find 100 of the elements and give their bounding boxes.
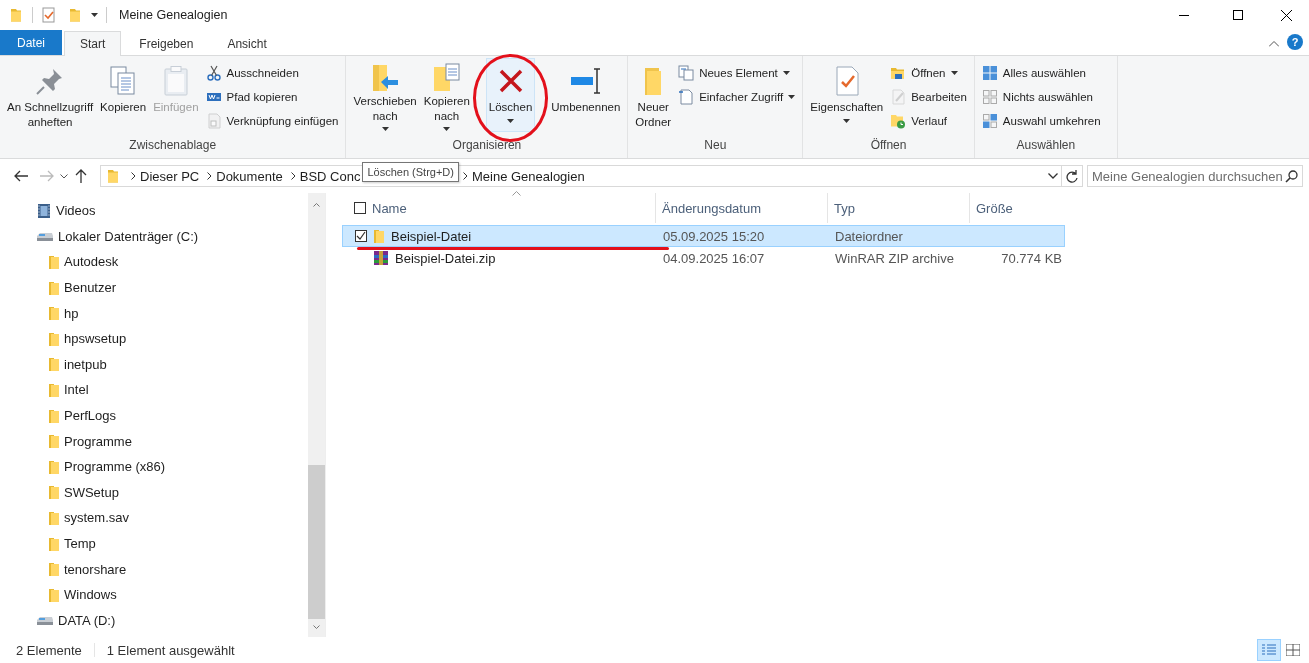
- caret-icon: [950, 70, 958, 75]
- close-icon[interactable]: [1280, 9, 1292, 21]
- tree-item[interactable]: hp: [0, 300, 308, 326]
- ribbon-button[interactable]: Kopieren nach: [420, 58, 473, 132]
- folder-icon: [48, 305, 60, 322]
- tree-item[interactable]: Temp: [0, 530, 308, 557]
- tree-item[interactable]: Lokaler Datenträger (C:): [0, 223, 308, 250]
- ribbon-button[interactable]: Löschen: [485, 58, 536, 132]
- column-header[interactable]: Änderungsdatum: [662, 200, 761, 216]
- tree-item[interactable]: Intel: [0, 377, 308, 403]
- ribbon-button[interactable]: Auswahl umkehren: [978, 109, 1104, 132]
- column-header[interactable]: Größe: [976, 200, 1013, 216]
- ribbon-tab[interactable]: Start: [64, 31, 122, 56]
- ribbon-button[interactable]: Verlauf: [887, 109, 970, 132]
- ribbon-button[interactable]: Einfacher Zugriff: [675, 85, 799, 108]
- ribbon-tab[interactable]: Freigeben: [123, 31, 210, 55]
- column-header[interactable]: Typ: [834, 200, 855, 216]
- tree-item[interactable]: Videos: [0, 198, 308, 224]
- maximize-icon[interactable]: [1233, 10, 1243, 20]
- tree-item[interactable]: Benutzer: [0, 274, 308, 301]
- ribbon-button[interactable]: Nichts auswählen: [978, 85, 1104, 108]
- folder-icon: [48, 279, 60, 296]
- document-icon: [678, 88, 695, 105]
- folder-icon: [48, 484, 60, 501]
- group-label: Zwischenablage: [128, 138, 218, 154]
- group-label: Neu: [703, 138, 728, 154]
- drive-icon: [36, 230, 54, 243]
- ribbon-tab[interactable]: Ansicht: [211, 31, 283, 55]
- video-icon: [36, 202, 52, 219]
- tree-item[interactable]: Windows: [0, 581, 308, 608]
- archive-icon: [373, 250, 389, 266]
- breadcrumb-item[interactable]: Dokumente: [212, 168, 287, 184]
- file-name: Beispiel-Datei: [391, 228, 472, 244]
- caret-icon[interactable]: [91, 13, 98, 17]
- table-cell: 05.09.2025 15:20: [663, 228, 765, 244]
- ribbon-button[interactable]: Verschieben nach: [350, 58, 420, 132]
- ribbon-button[interactable]: Ausschneiden: [202, 61, 342, 84]
- ribbon-button[interactable]: Umbenennen: [548, 58, 624, 132]
- file-menu-tab[interactable]: Datei: [0, 30, 62, 55]
- recent-locations-icon[interactable]: [60, 173, 68, 179]
- tree-item[interactable]: SWSetup: [0, 479, 308, 506]
- chevron-icon: [462, 172, 468, 180]
- breadcrumb-item[interactable]: Meine Genealogien: [467, 168, 589, 184]
- tree-item[interactable]: tenorshare: [0, 556, 308, 582]
- folder-icon: [48, 381, 60, 398]
- breadcrumb-item[interactable]: BSD Conc: [295, 168, 365, 184]
- ribbon-button[interactable]: Öffnen: [887, 61, 970, 84]
- tree-item[interactable]: inetpub: [0, 351, 308, 378]
- help-button[interactable]: ?: [1287, 34, 1303, 50]
- checkbox[interactable]: [354, 202, 366, 214]
- tree-item[interactable]: Autodesk: [0, 249, 308, 275]
- search-field[interactable]: Meine Genealogien durchsuchen: [1087, 165, 1303, 187]
- dropdown-icon[interactable]: [1048, 173, 1058, 179]
- tree-item[interactable]: PerfLogs: [0, 402, 308, 429]
- edit-icon: [890, 88, 907, 105]
- scrollbar[interactable]: [308, 193, 325, 637]
- large-icons-view-icon[interactable]: [1286, 644, 1300, 656]
- caret-icon: [788, 94, 796, 99]
- file-row[interactable]: Beispiel-Datei.zip 04.09.2025 16:07 WinRAR ZIP archive 70.774 KB: [342, 247, 1065, 269]
- folder-icon: [48, 458, 60, 475]
- tree-item[interactable]: Programme: [0, 428, 308, 454]
- window-title: Meine Genealogien: [119, 8, 228, 22]
- breadcrumb-item[interactable]: Dieser PC: [136, 168, 204, 184]
- tree-item[interactable]: system.sav: [0, 505, 308, 531]
- properties-icon[interactable]: [41, 7, 57, 23]
- up-icon[interactable]: [75, 169, 87, 183]
- tree-item[interactable]: hpswsetup: [0, 325, 308, 352]
- back-icon[interactable]: [14, 170, 28, 182]
- caret-icon: [507, 119, 515, 123]
- search-icon[interactable]: [1285, 169, 1298, 183]
- ribbon-button[interactable]: Eigenschaften: [807, 58, 887, 132]
- table-cell: 04.09.2025 16:07: [663, 250, 765, 266]
- select-all-icon: [981, 64, 998, 81]
- folder-icon: [48, 330, 60, 347]
- file-row[interactable]: Beispiel-Datei 05.09.2025 15:20 Dateiordner: [342, 225, 1065, 247]
- ribbon-button[interactable]: Kopieren: [97, 58, 150, 132]
- folder-icon: [48, 433, 60, 450]
- scissors-icon: [205, 64, 222, 81]
- folder-icon: [48, 561, 60, 578]
- tree-item[interactable]: Programme (x86): [0, 453, 308, 480]
- folder-icon: [8, 7, 24, 23]
- table-cell: 70.774 KB: [1001, 250, 1062, 266]
- sort-icon: [512, 191, 521, 196]
- ribbon-button[interactable]: Alles auswählen: [978, 61, 1104, 84]
- table-cell: WinRAR ZIP archive: [835, 250, 954, 266]
- tree-item[interactable]: DATA (D:): [0, 607, 308, 634]
- refresh-icon[interactable]: [1066, 169, 1078, 183]
- checkbox[interactable]: [355, 230, 367, 242]
- scroll-down-icon: [313, 625, 320, 629]
- status-text: 2 Elemente: [16, 642, 82, 658]
- ribbon-button[interactable]: Neues Element: [675, 61, 799, 84]
- group-label: Auswählen: [1015, 138, 1077, 154]
- address-bar[interactable]: Dieser PC Dokumente BSD Conc Löschen (Strg+D) Meine Genealogien: [100, 165, 1083, 187]
- ribbon-button[interactable]: Neuer Ordner: [632, 58, 675, 132]
- column-header[interactable]: Name: [372, 200, 407, 216]
- ribbon-button[interactable]: Pfad kopieren: [202, 85, 342, 108]
- folder-icon: [48, 356, 60, 373]
- minimize-icon[interactable]: [1179, 14, 1189, 16]
- ribbon-button[interactable]: An Schnellzugriff anheften: [4, 58, 97, 132]
- folder-icon: [48, 535, 60, 552]
